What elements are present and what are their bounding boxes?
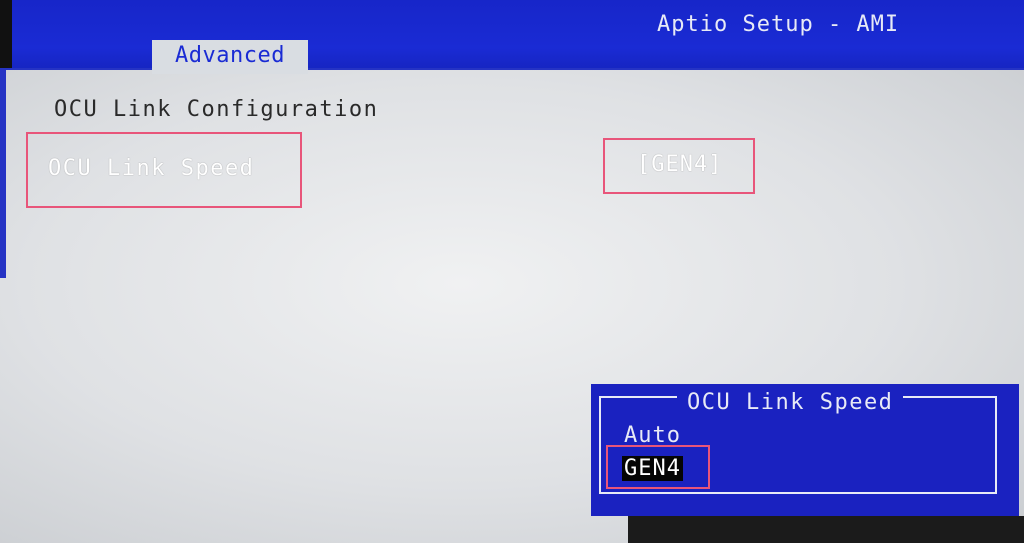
section-title: OCU Link Configuration (54, 97, 379, 122)
bios-screen: Aptio Setup - AMI Advanced OCU Link Conf… (0, 0, 1024, 543)
panel-left-border (0, 68, 6, 278)
app-title: Aptio Setup - AMI (657, 12, 900, 37)
bottom-shadow (628, 516, 1024, 543)
highlight-box-option (606, 445, 710, 489)
highlight-box-label (26, 132, 302, 208)
tab-advanced[interactable]: Advanced (152, 40, 308, 74)
popup-title: OCU Link Speed (677, 390, 904, 415)
highlight-box-value (603, 138, 755, 194)
